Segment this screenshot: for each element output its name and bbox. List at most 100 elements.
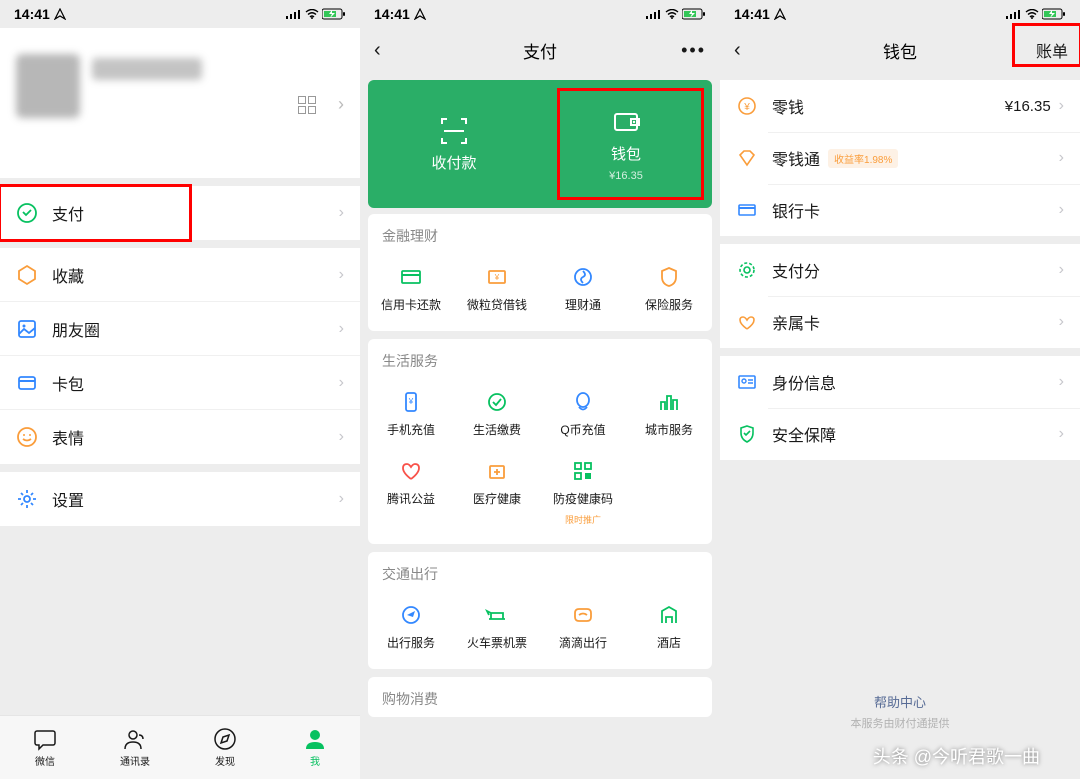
shield-icon xyxy=(736,423,758,445)
pay-receive-button[interactable]: 收付款 xyxy=(368,80,540,208)
wallet-icon xyxy=(611,107,641,137)
list-group-2: 收藏 › 朋友圈 › 卡包 › 表情 › xyxy=(0,248,360,464)
svg-text:¥: ¥ xyxy=(494,273,500,282)
qr-icon xyxy=(570,458,596,484)
status-bar: 14:41 xyxy=(360,0,720,28)
grid-charity[interactable]: 腾讯公益 xyxy=(368,448,454,536)
section-finance: 金融理财 信用卡还款 ¥微粒贷借钱 理财通 保险服务 xyxy=(368,214,712,331)
chevron-right-icon: › xyxy=(1059,373,1064,391)
chevron-right-icon: › xyxy=(339,374,344,392)
cards-icon xyxy=(16,372,38,394)
grid-credit-card[interactable]: 信用卡还款 xyxy=(368,254,454,323)
discover-icon xyxy=(213,727,237,751)
wallet-balance[interactable]: ¥ 零钱 ¥16.35 › xyxy=(720,80,1080,132)
loan-icon: ¥ xyxy=(484,264,510,290)
chevron-right-icon: › xyxy=(339,320,344,338)
section-transport: 交通出行 出行服务 火车票机票 滴滴出行 酒店 xyxy=(368,552,712,669)
watermark: 头条 @今听君歌一曲 xyxy=(873,743,1040,769)
wallet-score[interactable]: 支付分 › xyxy=(720,244,1080,296)
yield-badge: 收益率1.98% xyxy=(828,149,898,168)
train-icon xyxy=(484,602,510,628)
help-provider: 本服务由财付通提供 xyxy=(720,715,1080,731)
nav-bar: ‹ 支付 ••• xyxy=(360,28,720,72)
list-group-3: 设置 › xyxy=(0,472,360,526)
status-time: 14:41 xyxy=(14,6,50,22)
chevron-right-icon: › xyxy=(1059,149,1064,167)
nav-bar: ‹ 钱包 账单 xyxy=(720,28,1080,72)
diamond-icon xyxy=(736,147,758,169)
chevron-right-icon: › xyxy=(1059,425,1064,443)
battery-icon xyxy=(682,8,706,20)
list-group-pay: 支付 › xyxy=(0,186,360,240)
wallet-identity[interactable]: 身份信息 › xyxy=(720,356,1080,408)
city-icon xyxy=(656,389,682,415)
tab-discover[interactable]: 发现 xyxy=(180,716,270,779)
username xyxy=(92,58,202,80)
wallet-lqt[interactable]: 零钱通 收益率1.98% › xyxy=(720,132,1080,184)
bills-link[interactable]: 账单 xyxy=(1036,38,1068,62)
menu-moments[interactable]: 朋友圈 › xyxy=(0,302,360,356)
wallet-group-2: 支付分 › 亲属卡 › xyxy=(720,244,1080,348)
grid-covid-code[interactable]: 防疫健康码限时推广 xyxy=(540,448,626,536)
tab-me[interactable]: 我 xyxy=(270,716,360,779)
battery-icon xyxy=(322,8,346,20)
grid-hotel[interactable]: 酒店 xyxy=(626,592,712,661)
tab-wechat[interactable]: 微信 xyxy=(0,716,90,779)
moments-icon xyxy=(16,318,38,340)
tab-contacts[interactable]: 通讯录 xyxy=(90,716,180,779)
phone-screen-3: 14:41 ‹ 钱包 账单 ¥ 零钱 ¥16.35 › 零钱通 收益率1.98%… xyxy=(720,0,1080,779)
health-icon xyxy=(484,458,510,484)
status-bar: 14:41 xyxy=(0,0,360,28)
chevron-right-icon: › xyxy=(1059,201,1064,219)
footer-help: 帮助中心 本服务由财付通提供 xyxy=(720,692,1080,731)
grid-city[interactable]: 城市服务 xyxy=(626,379,712,448)
status-time: 14:41 xyxy=(734,6,770,22)
wallet-security[interactable]: 安全保障 › xyxy=(720,408,1080,460)
nav-title: 钱包 xyxy=(883,38,917,63)
grid-qcoin[interactable]: Q币充值 xyxy=(540,379,626,448)
more-button[interactable]: ••• xyxy=(681,40,706,61)
menu-favorites[interactable]: 收藏 › xyxy=(0,248,360,302)
grid-mobile-topup[interactable]: ¥手机充值 xyxy=(368,379,454,448)
grid-health[interactable]: 医疗健康 xyxy=(454,448,540,536)
menu-settings[interactable]: 设置 › xyxy=(0,472,360,526)
signal-icon xyxy=(646,9,662,19)
wallet-button[interactable]: 钱包 ¥16.35 xyxy=(540,80,712,208)
menu-pay[interactable]: 支付 › xyxy=(0,186,360,240)
chat-icon xyxy=(33,727,57,751)
grid-travel[interactable]: 出行服务 xyxy=(368,592,454,661)
svg-text:¥: ¥ xyxy=(743,102,750,113)
back-button[interactable]: ‹ xyxy=(734,39,741,62)
tab-bar: 微信 通讯录 发现 我 xyxy=(0,715,360,779)
grid-didi[interactable]: 滴滴出行 xyxy=(540,592,626,661)
qr-code-icon[interactable] xyxy=(298,96,316,114)
insurance-icon xyxy=(656,264,682,290)
contacts-icon xyxy=(123,727,147,751)
grid-train-plane[interactable]: 火车票机票 xyxy=(454,592,540,661)
grid-utilities[interactable]: 生活缴费 xyxy=(454,379,540,448)
menu-stickers[interactable]: 表情 › xyxy=(0,410,360,464)
stickers-icon xyxy=(16,426,38,448)
wallet-family[interactable]: 亲属卡 › xyxy=(720,296,1080,348)
back-button[interactable]: ‹ xyxy=(374,39,381,62)
grid-insurance[interactable]: 保险服务 xyxy=(626,254,712,323)
identity-icon xyxy=(736,371,758,393)
signal-icon xyxy=(286,9,302,19)
chevron-right-icon: › xyxy=(339,428,344,446)
location-icon xyxy=(414,8,426,20)
green-card: 收付款 钱包 ¥16.35 xyxy=(368,80,712,208)
profile-header[interactable]: › xyxy=(0,28,360,178)
wifi-icon xyxy=(665,9,679,19)
travel-icon xyxy=(398,602,424,628)
hotel-icon xyxy=(656,602,682,628)
location-icon xyxy=(774,8,786,20)
wallet-bank[interactable]: 银行卡 › xyxy=(720,184,1080,236)
utilities-icon xyxy=(484,389,510,415)
grid-finance[interactable]: 理财通 xyxy=(540,254,626,323)
chevron-right-icon: › xyxy=(339,266,344,284)
menu-cards[interactable]: 卡包 › xyxy=(0,356,360,410)
grid-loan[interactable]: ¥微粒贷借钱 xyxy=(454,254,540,323)
help-link[interactable]: 帮助中心 xyxy=(720,692,1080,711)
pay-icon xyxy=(16,202,38,224)
chevron-right-icon: › xyxy=(1059,313,1064,331)
